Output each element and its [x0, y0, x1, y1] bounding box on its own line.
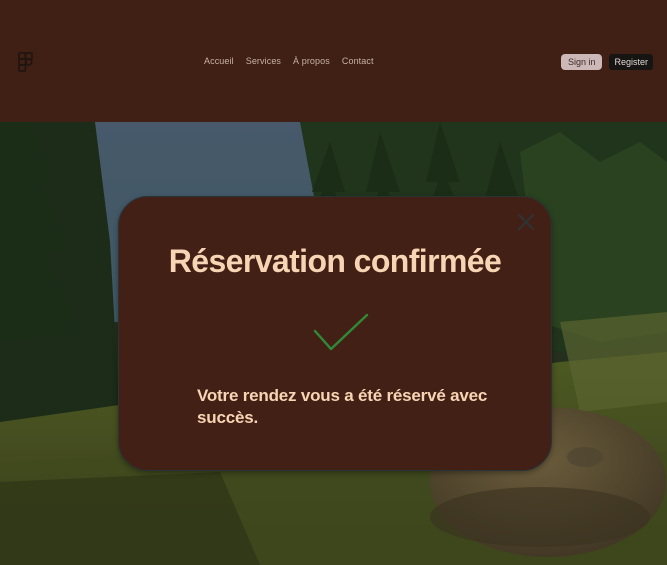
register-button[interactable]: Register — [609, 54, 653, 70]
checkmark-icon — [313, 313, 369, 351]
site-header: Accueil Services À propos Contact Sign i… — [0, 0, 667, 122]
figma-logo-icon[interactable] — [18, 52, 34, 72]
sign-in-button[interactable]: Sign in — [560, 54, 603, 70]
close-icon[interactable] — [517, 213, 535, 231]
main-nav: Accueil Services À propos Contact — [204, 56, 374, 66]
confirmation-modal: Réservation confirmée Votre rendez vous … — [118, 196, 552, 471]
auth-buttons: Sign in Register — [560, 54, 653, 70]
nav-link-contact[interactable]: Contact — [342, 56, 374, 66]
nav-link-a-propos[interactable]: À propos — [293, 56, 330, 66]
nav-link-services[interactable]: Services — [246, 56, 281, 66]
nav-link-accueil[interactable]: Accueil — [204, 56, 234, 66]
modal-message: Votre rendez vous a été réservé avec suc… — [197, 386, 488, 427]
modal-title: Réservation confirmée — [168, 243, 502, 279]
